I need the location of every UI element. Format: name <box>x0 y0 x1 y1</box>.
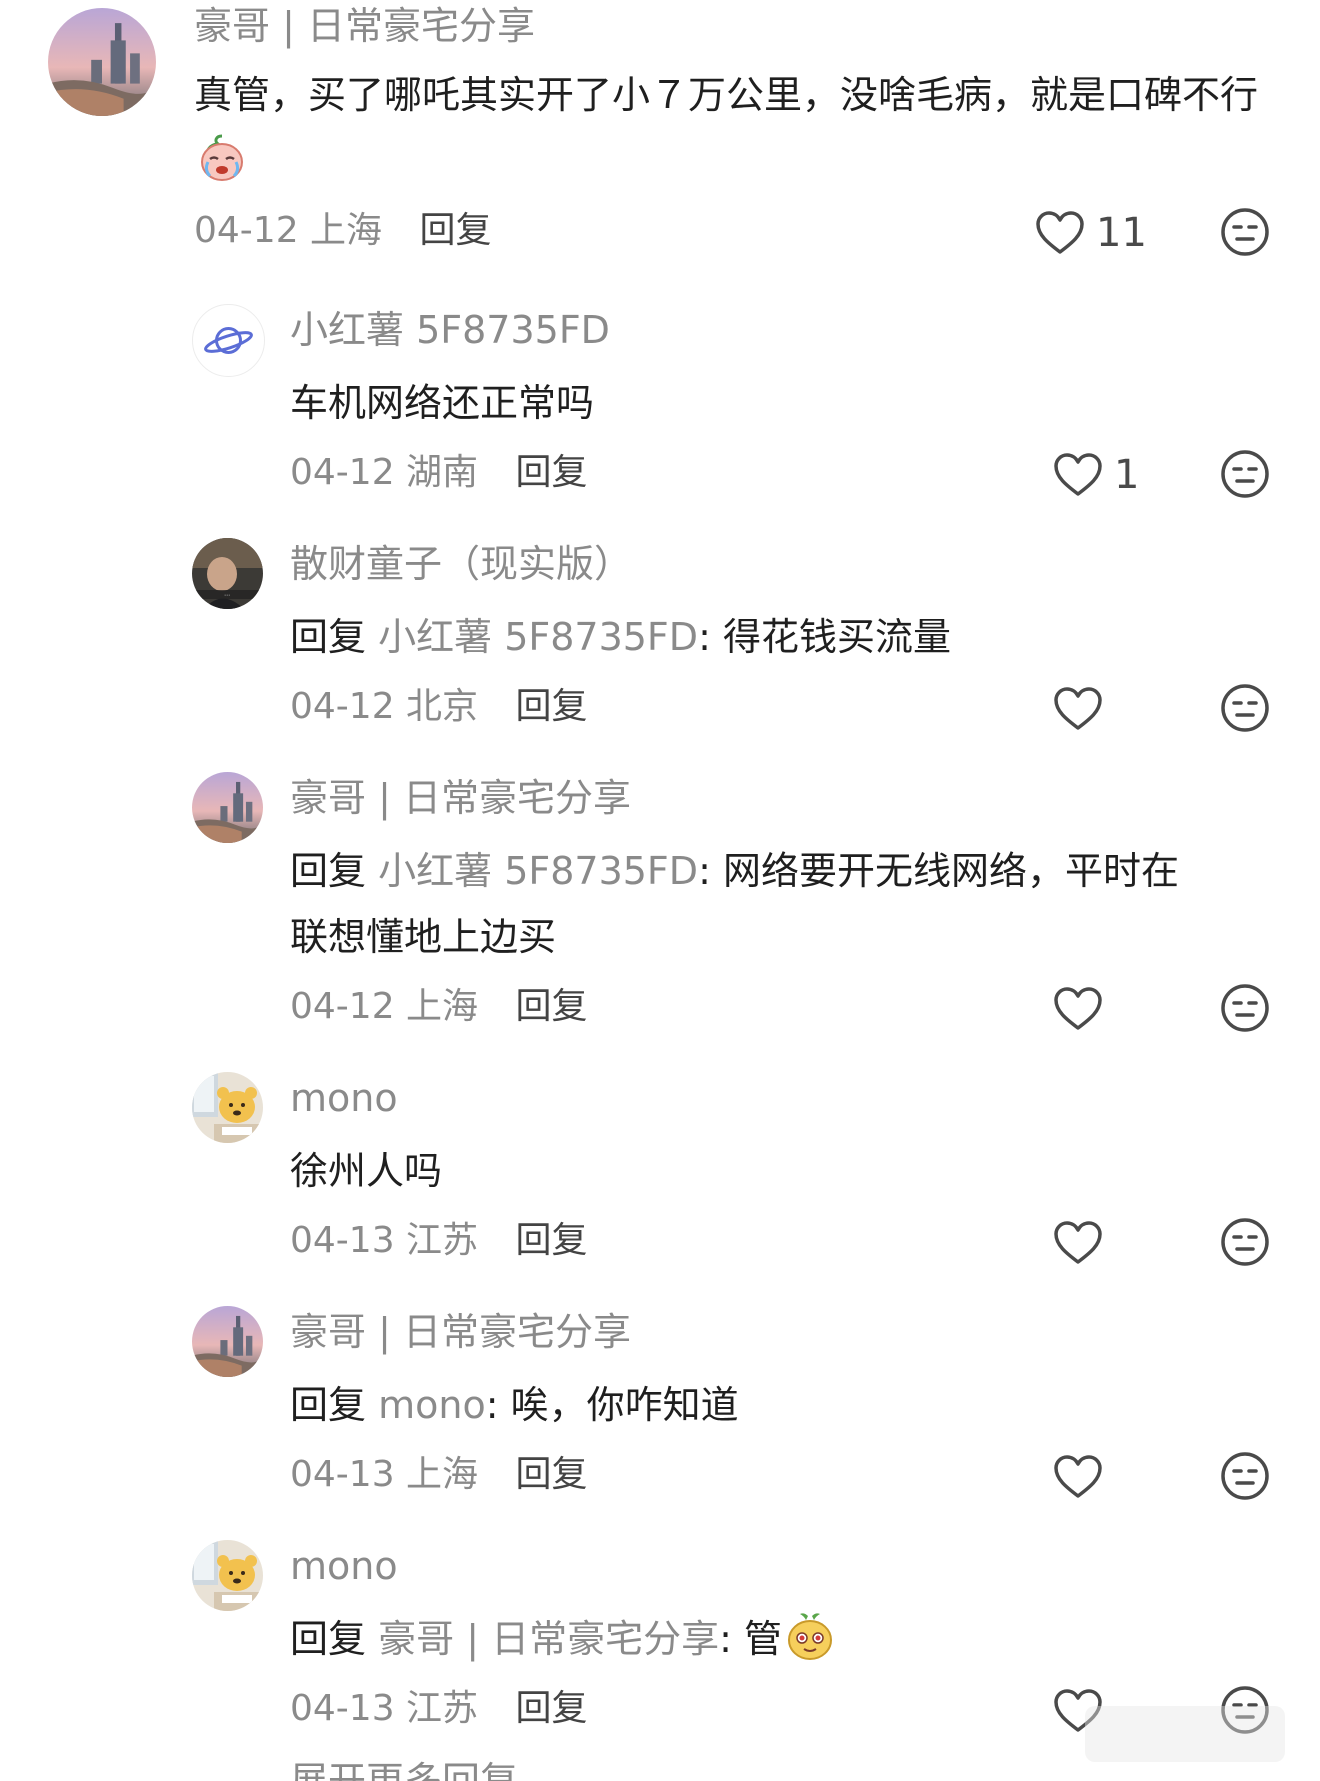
like-button[interactable] <box>1052 1452 1114 1502</box>
avatar[interactable] <box>192 304 265 377</box>
author-name[interactable]: 豪哥 | 日常豪宅分享 <box>290 1306 1280 1358</box>
comment-text: 车机网络还正常吗 <box>290 381 595 425</box>
author-name[interactable]: 豪哥 | 日常豪宅分享 <box>194 0 1280 52</box>
date-location: 04-13 江苏 <box>290 1220 479 1261</box>
dislike-button[interactable] <box>1219 1216 1271 1268</box>
comment-text: 回复 小红薯 5F8735FD: 得花钱买流量 <box>290 615 951 659</box>
reply-prefix: 回复 <box>290 1383 367 1427</box>
like-count: 11 <box>1096 210 1147 256</box>
author-name[interactable]: 小红薯 5F8735FD <box>290 304 1280 356</box>
mention[interactable]: 小红薯 5F8735FD <box>378 615 698 659</box>
reply-button[interactable]: 回复 <box>516 686 588 727</box>
heart-outline-icon <box>1054 1455 1102 1498</box>
reply-button[interactable]: 回复 <box>516 452 588 493</box>
reply-button[interactable]: 回复 <box>516 1220 588 1261</box>
author-name[interactable]: mono <box>290 1072 1280 1124</box>
avatar[interactable] <box>192 1540 263 1611</box>
like-button[interactable] <box>1052 684 1114 734</box>
dislike-button[interactable] <box>1219 982 1271 1034</box>
dislike-face-icon <box>1221 1218 1269 1266</box>
author-name[interactable]: 豪哥 | 日常豪宅分享 <box>290 772 1280 824</box>
comment-meta: 04-12 湖南 回复 1 <box>290 438 1280 508</box>
avatar[interactable] <box>192 1306 263 1377</box>
comment-body: 小红薯 5F8735FD 车机网络还正常吗 04-12 湖南 回复 1 <box>290 304 1280 508</box>
like-button[interactable] <box>1052 984 1114 1034</box>
heart-outline-icon <box>1054 687 1102 730</box>
dislike-button[interactable] <box>1219 448 1271 500</box>
mention[interactable]: 小红薯 5F8735FD <box>378 849 698 893</box>
comment-meta: 04-12 上海 回复 <box>290 972 1280 1042</box>
watermark <box>1085 1706 1285 1762</box>
comment-text: 回复 mono: 唉，你咋知道 <box>290 1383 739 1427</box>
date-location: 04-13 上海 <box>290 1454 479 1495</box>
heart-outline-icon <box>1054 1221 1102 1264</box>
date-location: 04-12 上海 <box>290 986 479 1027</box>
potato-face-emoji <box>784 1610 836 1662</box>
comment-thread: 豪哥 | 日常豪宅分享 真管，买了哪吒其实开了小７万公里，没啥毛病，就是口碑不行 <box>0 0 1320 1781</box>
heart-outline-icon <box>1054 987 1102 1030</box>
like-button[interactable]: 1 <box>1052 450 1139 500</box>
avatar[interactable] <box>48 8 156 116</box>
heart-outline-icon <box>1054 453 1102 496</box>
svg-text:⋯: ⋯ <box>224 592 230 599</box>
dislike-face-icon <box>1221 984 1269 1032</box>
avatar[interactable] <box>192 772 263 843</box>
like-button[interactable] <box>1052 1218 1114 1268</box>
comment-text: 徐州人吗 <box>290 1149 443 1193</box>
comment-meta: 04-12 上海 回复 11 <box>194 196 1280 266</box>
dislike-button[interactable] <box>1219 1450 1271 1502</box>
comment-meta: 04-12 北京 回复 <box>290 672 1280 742</box>
reply-button[interactable]: 回复 <box>420 210 492 251</box>
crying-face-emoji <box>196 132 248 184</box>
more-replies-link[interactable]: 展开更多回复 <box>290 1754 518 1781</box>
avatar[interactable]: ⋯ <box>192 538 263 609</box>
avatar[interactable] <box>192 1072 263 1143</box>
dislike-button[interactable] <box>1219 682 1271 734</box>
reply-button[interactable]: 回复 <box>516 1688 588 1729</box>
comment-body: 豪哥 | 日常豪宅分享 真管，买了哪吒其实开了小７万公里，没啥毛病，就是口碑不行 <box>194 0 1280 266</box>
comment-text: 真管，买了哪吒其实开了小７万公里，没啥毛病，就是口碑不行 <box>194 62 1284 194</box>
mention[interactable]: 豪哥 | 日常豪宅分享 <box>378 1617 719 1661</box>
dislike-face-icon <box>1221 684 1269 732</box>
author-name[interactable]: 散财童子（现实版） <box>290 538 1280 590</box>
comment-body: 豪哥 | 日常豪宅分享 回复 小红薯 5F8735FD: 网络要开无线网络，平时… <box>290 772 1280 1042</box>
comment-body: 散财童子（现实版） 回复 小红薯 5F8735FD: 得花钱买流量 04-12 … <box>290 538 1280 742</box>
reply-prefix: 回复 <box>290 615 367 659</box>
comment-text: 回复 小红薯 5F8735FD: 网络要开无线网络，平时在 联想懂地上边买 <box>290 849 1179 959</box>
reply-button[interactable]: 回复 <box>516 1454 588 1495</box>
heart-outline-icon <box>1036 211 1084 254</box>
author-name[interactable]: mono <box>290 1540 1280 1592</box>
reply-prefix: 回复 <box>290 849 367 893</box>
reply-button[interactable]: 回复 <box>516 986 588 1027</box>
dislike-button[interactable] <box>1219 206 1271 258</box>
comment-text: 回复 豪哥 | 日常豪宅分享: 管 <box>290 1606 1280 1672</box>
date-location: 04-12 北京 <box>290 686 479 727</box>
comment-meta: 04-13 江苏 回复 <box>290 1206 1280 1276</box>
dislike-face-icon <box>1221 1452 1269 1500</box>
comment-meta: 04-13 上海 回复 <box>290 1440 1280 1510</box>
date-location: 04-12 上海 <box>194 210 383 251</box>
date-location: 04-12 湖南 <box>290 452 479 493</box>
like-count: 1 <box>1114 452 1140 498</box>
comment-body: mono 徐州人吗 04-13 江苏 回复 <box>290 1072 1280 1276</box>
reply-prefix: 回复 <box>290 1617 367 1661</box>
comment-body: 豪哥 | 日常豪宅分享 回复 mono: 唉，你咋知道 04-13 上海 回复 <box>290 1306 1280 1510</box>
dislike-face-icon <box>1221 208 1269 256</box>
date-location: 04-13 江苏 <box>290 1688 479 1729</box>
dislike-face-icon <box>1221 450 1269 498</box>
mention[interactable]: mono <box>378 1383 486 1427</box>
like-button[interactable]: 11 <box>1034 208 1147 258</box>
